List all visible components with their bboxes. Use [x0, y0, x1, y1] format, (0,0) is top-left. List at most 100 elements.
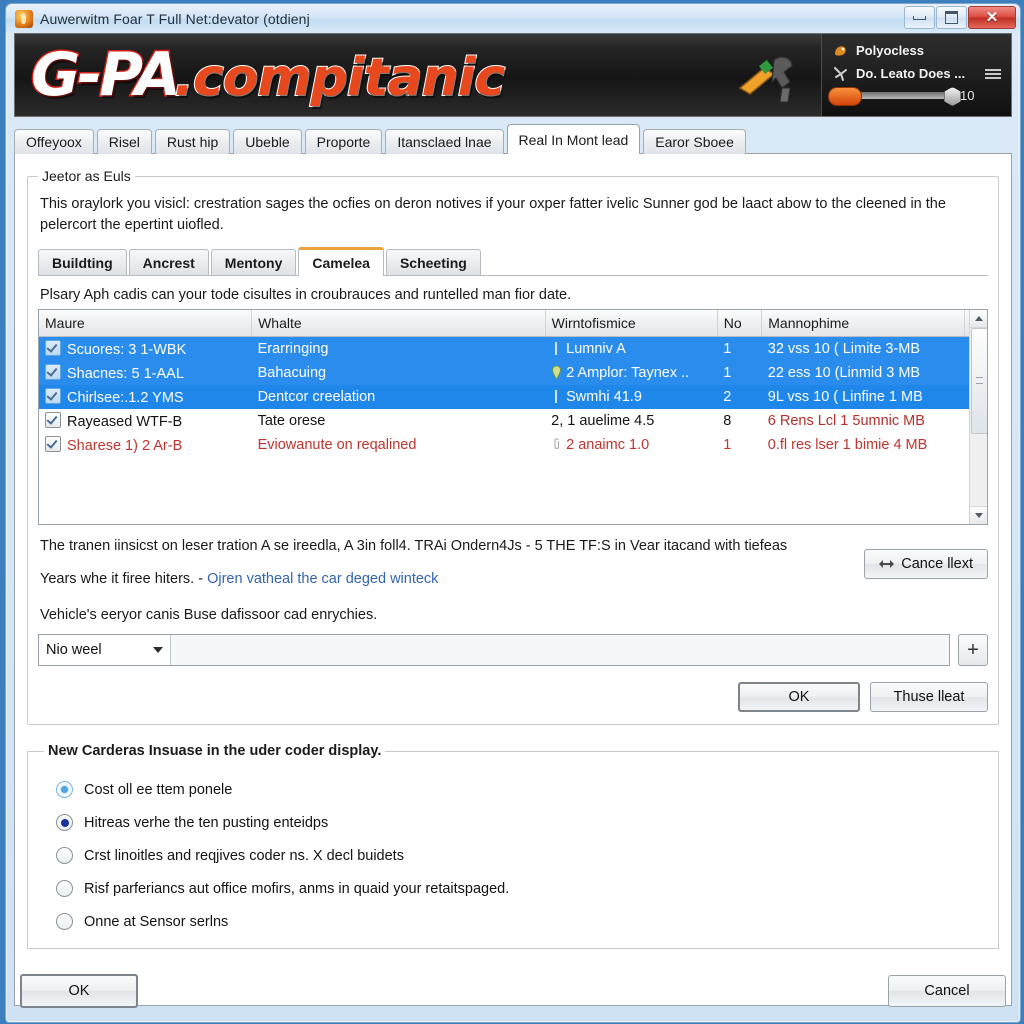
panel-user-row[interactable]: Polyocless: [832, 42, 1001, 59]
settings-group-legend: Jeetor as Euls: [42, 168, 131, 184]
row-name-text: Chirlsee:.1.2 YMS: [67, 390, 184, 407]
radio-label: Risf parferiancs aut office mofirs, anms…: [84, 880, 510, 897]
tab-offeyoox[interactable]: Offeyoox: [14, 129, 94, 154]
brand-side-panel: Polyocless Do. Leato Does ... 10: [821, 34, 1011, 116]
cell-name: Scuores: 3 1-WBK: [39, 336, 252, 362]
cell-name: Rayeased WTF-B: [39, 409, 252, 433]
table-row[interactable]: Scuores: 3 1-WBK Erarringing Lumniv A 1 …: [39, 336, 987, 362]
items-table: Maure Whalte Wirntofismice No Mannophime…: [39, 310, 987, 457]
list-menu-icon[interactable]: [985, 68, 1001, 80]
checkbox-icon[interactable]: [45, 436, 61, 453]
group-secondary-button[interactable]: Thuse lleat: [870, 682, 988, 713]
tab-label: Real In Mont lead: [518, 131, 629, 148]
row-name-text: Sharese 1) 2 Ar-B: [67, 438, 183, 455]
radio-label: Onne at Sensor serlns: [84, 913, 229, 930]
table-row[interactable]: Sharese 1) 2 Ar-B Eviowanute on reqaline…: [39, 433, 987, 457]
tab-label: Ubeble: [245, 134, 290, 150]
cell-size: 6 Rens Lcl 1 5umnic MB: [767, 413, 925, 430]
tab-rust-hip[interactable]: Rust hip: [154, 129, 231, 154]
maximize-button[interactable]: [936, 6, 967, 29]
volume-slider[interactable]: 10: [828, 87, 1001, 106]
pin-icon: [552, 366, 562, 380]
tab-ubeble[interactable]: Ubeble: [233, 129, 302, 154]
row-info-text: Lumniv A: [566, 341, 626, 358]
close-button[interactable]: ✕: [968, 6, 1016, 29]
tab-earor-sboee[interactable]: Earor Sboee: [643, 129, 746, 154]
brand-header: G-PA.compitanic Polyocless Do. Leato Doe…: [14, 33, 1012, 117]
slider-track[interactable]: [828, 87, 961, 106]
checkbox-icon[interactable]: [45, 364, 61, 381]
checkbox-icon[interactable]: [45, 412, 61, 429]
checkbox-icon[interactable]: [45, 388, 61, 405]
radio-icon[interactable]: [56, 781, 73, 799]
column-header-whalte[interactable]: Whalte: [251, 310, 546, 338]
column-header-maure[interactable]: Maure: [39, 310, 253, 338]
radio-icon[interactable]: [56, 847, 73, 865]
radio-option-2[interactable]: Hitreas verhe the ten pusting enteidps: [44, 806, 982, 839]
radio-option-4[interactable]: Risf parferiancs aut office mofirs, anms…: [44, 872, 982, 905]
radio-option-3[interactable]: Crst linoitles and reqjives coder ns. X …: [44, 839, 982, 872]
combo-display[interactable]: Nio weel: [39, 635, 171, 666]
slider-handle-right[interactable]: [944, 87, 961, 106]
tab-label: Offeyoox: [26, 134, 82, 150]
inner-tab-scheeting[interactable]: Scheeting: [385, 249, 481, 276]
cell-name: Sharese 1) 2 Ar-B: [39, 433, 252, 457]
radio-icon[interactable]: [56, 913, 73, 931]
dialog-ok-button[interactable]: OK: [20, 974, 138, 1008]
radio-option-1[interactable]: Cost oll ee ttem ponele: [44, 773, 982, 806]
cell-state: Dentcor creelation: [251, 385, 546, 410]
group-ok-button[interactable]: OK: [738, 682, 860, 713]
settings-group: Jeetor as Euls This oraylork you visicl:…: [27, 168, 999, 726]
scroll-up-button[interactable]: [970, 310, 987, 329]
dialog-cancel-button[interactable]: Cancel: [888, 975, 1006, 1007]
column-header-no[interactable]: No: [717, 310, 763, 338]
app-flame-icon: [15, 9, 33, 28]
cancel-next-button[interactable]: Cance llext: [864, 549, 988, 580]
column-header-mannophime[interactable]: Mannophime: [761, 310, 965, 338]
scrollbar-thumb[interactable]: [971, 328, 987, 435]
bar-icon: [555, 390, 558, 404]
scroll-down-button[interactable]: [970, 506, 987, 525]
inner-tab-mentony[interactable]: Mentony: [210, 249, 297, 276]
table-row[interactable]: Shacnes: 5 1-AAL Bahacuing 2 Amplor: Tay…: [39, 361, 987, 386]
caret-down-icon: [153, 647, 163, 654]
table-row[interactable]: Rayeased WTF-B Tate orese 2, 1 auelime 4…: [39, 409, 987, 433]
radio-icon[interactable]: [56, 880, 73, 898]
minimize-button[interactable]: [904, 6, 935, 29]
panel-mode-row[interactable]: Do. Leato Does ...: [832, 65, 1001, 82]
inner-tab-ancrest[interactable]: Ancrest: [128, 249, 209, 276]
inner-tab-camelea[interactable]: Camelea: [298, 247, 384, 277]
combo-value: Nio weel: [46, 642, 102, 659]
cancel-next-label: Cance llext: [901, 556, 973, 573]
table-row[interactable]: Chirlsee:.1.2 YMS Dentcor creelation Swm…: [39, 385, 987, 410]
items-list-view[interactable]: Maure Whalte Wirntofismice No Mannophime…: [38, 309, 988, 526]
window-controls: ✕: [904, 6, 1016, 29]
slider-handle-left[interactable]: [828, 87, 862, 106]
add-item-button[interactable]: +: [958, 634, 988, 667]
display-options-group: New Carderas Insuase in the uder coder d…: [27, 743, 999, 950]
runner-icon: [834, 67, 847, 81]
tab-risel[interactable]: Risel: [96, 129, 152, 154]
tab-itansclaed-lnae[interactable]: Itansclaed lnae: [385, 129, 504, 154]
tab-proporte[interactable]: Proporte: [304, 129, 383, 154]
radio-icon[interactable]: [56, 814, 73, 832]
row-name-text: Shacnes: 5 1-AAL: [67, 366, 184, 383]
checkbox-icon[interactable]: [45, 340, 61, 357]
row-name-text: Scuores: 3 1-WBK: [67, 342, 187, 359]
title-bar: Auwerwitm Foar T Full Net:devator (otdie…: [6, 4, 1020, 33]
column-header-wirntofismice[interactable]: Wirntofismice: [545, 310, 718, 338]
logo-primary-text: G-PA: [29, 39, 182, 112]
cell-size: 32 vss 10 ( Limite 3-MB: [761, 336, 965, 362]
more-info-link[interactable]: Ojren vatheal the car deged winteck: [207, 571, 438, 587]
selector-row: Nio weel +: [38, 634, 988, 667]
tab-page-content: Jeetor as Euls This oraylork you visicl:…: [14, 154, 1012, 1006]
vehicle-combo-box[interactable]: Nio weel: [38, 634, 950, 667]
cell-no: 8: [723, 413, 732, 430]
list-vertical-scrollbar[interactable]: [969, 310, 987, 525]
tab-real-in-mont-lead[interactable]: Real In Mont lead: [506, 124, 641, 154]
radio-label: Crst linoitles and reqjives coder ns. X …: [84, 847, 404, 864]
inner-tab-buildting[interactable]: Buildting: [38, 249, 127, 276]
dialog-ok-label: OK: [68, 983, 90, 999]
display-options-legend: New Carderas Insuase in the uder coder d…: [48, 743, 382, 760]
radio-option-5[interactable]: Onne at Sensor serlns: [44, 905, 982, 938]
